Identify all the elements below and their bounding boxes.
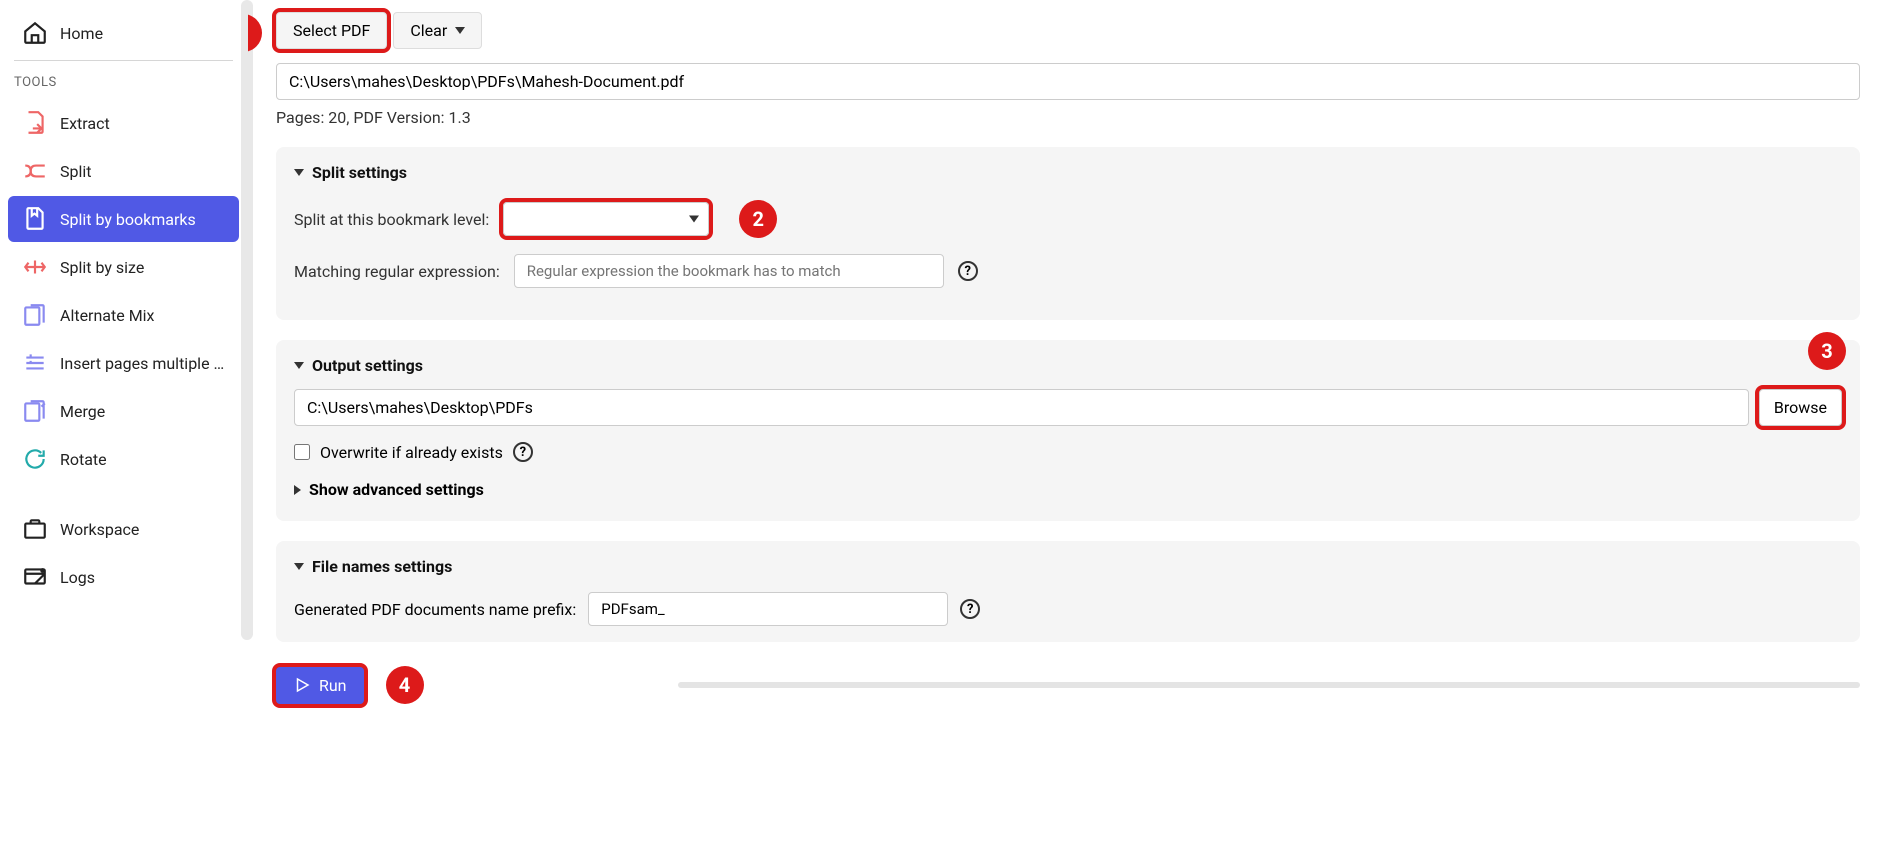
nav-altmix-label: Alternate Mix bbox=[60, 306, 155, 325]
run-label: Run bbox=[319, 676, 347, 695]
select-pdf-button[interactable]: Select PDF bbox=[276, 12, 387, 49]
rotate-icon bbox=[22, 446, 48, 472]
logs-icon bbox=[22, 564, 48, 590]
collapse-icon bbox=[294, 169, 304, 176]
nav-home[interactable]: Home bbox=[8, 10, 239, 56]
nav-extract[interactable]: Extract bbox=[8, 100, 239, 146]
help-icon[interactable]: ? bbox=[958, 261, 978, 281]
help-icon[interactable]: ? bbox=[513, 442, 533, 462]
nav-workspace-label: Workspace bbox=[60, 520, 139, 539]
nav-rotate[interactable]: Rotate bbox=[8, 436, 239, 482]
nav-split-size-label: Split by size bbox=[60, 258, 144, 277]
alternate-mix-icon bbox=[22, 302, 48, 328]
overwrite-checkbox[interactable] bbox=[294, 444, 310, 460]
filenames-title: File names settings bbox=[312, 557, 452, 576]
clear-label: Clear bbox=[410, 21, 447, 40]
split-bookmarks-icon bbox=[22, 206, 48, 232]
chevron-down-icon bbox=[455, 27, 465, 34]
callout-4: 4 bbox=[386, 666, 424, 704]
callout-3: 3 bbox=[1808, 332, 1846, 370]
output-settings-header[interactable]: Output settings bbox=[294, 356, 1842, 375]
progress-bar bbox=[678, 682, 1860, 688]
filenames-settings-panel: File names settings Generated PDF docume… bbox=[276, 541, 1860, 642]
divider bbox=[14, 60, 233, 61]
split-size-icon bbox=[22, 254, 48, 280]
browse-label: Browse bbox=[1774, 398, 1827, 417]
insert-pages-icon bbox=[22, 350, 48, 376]
main-content: 1 Select PDF Clear Pages: 20, PDF Versio… bbox=[248, 0, 1896, 844]
regex-input[interactable] bbox=[514, 254, 944, 288]
advanced-label: Show advanced settings bbox=[309, 480, 484, 499]
nav-rotate-label: Rotate bbox=[60, 450, 107, 469]
nav-merge-label: Merge bbox=[60, 402, 105, 421]
nav-logs-label: Logs bbox=[60, 568, 95, 587]
nav-split-by-bookmarks[interactable]: Split by bookmarks bbox=[8, 196, 239, 242]
prefix-input[interactable] bbox=[588, 592, 948, 626]
show-advanced-toggle[interactable]: Show advanced settings bbox=[294, 462, 1842, 505]
split-settings-header[interactable]: Split settings bbox=[294, 163, 1842, 182]
bookmark-level-label: Split at this bookmark level: bbox=[294, 210, 489, 229]
output-settings-panel: 3 Output settings Browse Overwrite if al… bbox=[276, 340, 1860, 521]
prefix-label: Generated PDF documents name prefix: bbox=[294, 600, 576, 619]
collapse-icon bbox=[294, 563, 304, 570]
split-settings-title: Split settings bbox=[312, 163, 407, 182]
callout-2: 2 bbox=[739, 200, 777, 238]
nav-split-label: Split bbox=[60, 162, 92, 181]
nav-insert-label: Insert pages multiple t... bbox=[60, 354, 225, 373]
bookmark-level-select[interactable] bbox=[503, 202, 709, 236]
workspace-icon bbox=[22, 516, 48, 542]
split-settings-panel: Split settings Split at this bookmark le… bbox=[276, 147, 1860, 320]
toolbar: Select PDF Clear bbox=[276, 12, 1860, 49]
nav-split[interactable]: Split bbox=[8, 148, 239, 194]
input-pdf-path[interactable] bbox=[276, 63, 1860, 100]
overwrite-label: Overwrite if already exists bbox=[320, 443, 503, 462]
sidebar: Home TOOLS Extract Split Split by bbox=[0, 0, 248, 844]
split-icon bbox=[22, 158, 48, 184]
select-pdf-label: Select PDF bbox=[293, 21, 370, 40]
nav-split-bookmarks-label: Split by bookmarks bbox=[60, 210, 196, 229]
output-settings-title: Output settings bbox=[312, 356, 423, 375]
help-icon[interactable]: ? bbox=[960, 599, 980, 619]
output-path-input[interactable] bbox=[294, 389, 1749, 426]
play-icon bbox=[293, 676, 311, 694]
tools-header: TOOLS bbox=[8, 69, 239, 100]
nav-logs[interactable]: Logs bbox=[8, 554, 239, 600]
nav-split-by-size[interactable]: Split by size bbox=[8, 244, 239, 290]
browse-button[interactable]: Browse bbox=[1759, 389, 1842, 426]
merge-icon bbox=[22, 398, 48, 424]
filenames-header[interactable]: File names settings bbox=[294, 557, 1842, 576]
nav-merge[interactable]: Merge bbox=[8, 388, 239, 434]
clear-button[interactable]: Clear bbox=[393, 12, 482, 49]
run-button[interactable]: Run bbox=[276, 667, 364, 704]
chevron-down-icon bbox=[689, 216, 699, 223]
callout-1: 1 bbox=[248, 14, 262, 52]
home-icon bbox=[22, 20, 48, 46]
nav-workspace[interactable]: Workspace bbox=[8, 506, 239, 552]
nav-alternate-mix[interactable]: Alternate Mix bbox=[8, 292, 239, 338]
collapse-icon bbox=[294, 362, 304, 369]
extract-icon bbox=[22, 110, 48, 136]
nav-insert-pages[interactable]: Insert pages multiple t... bbox=[8, 340, 239, 386]
pdf-info: Pages: 20, PDF Version: 1.3 bbox=[276, 108, 1860, 127]
nav-extract-label: Extract bbox=[60, 114, 110, 133]
regex-label: Matching regular expression: bbox=[294, 262, 500, 281]
nav-home-label: Home bbox=[60, 24, 103, 43]
expand-icon bbox=[294, 485, 301, 495]
